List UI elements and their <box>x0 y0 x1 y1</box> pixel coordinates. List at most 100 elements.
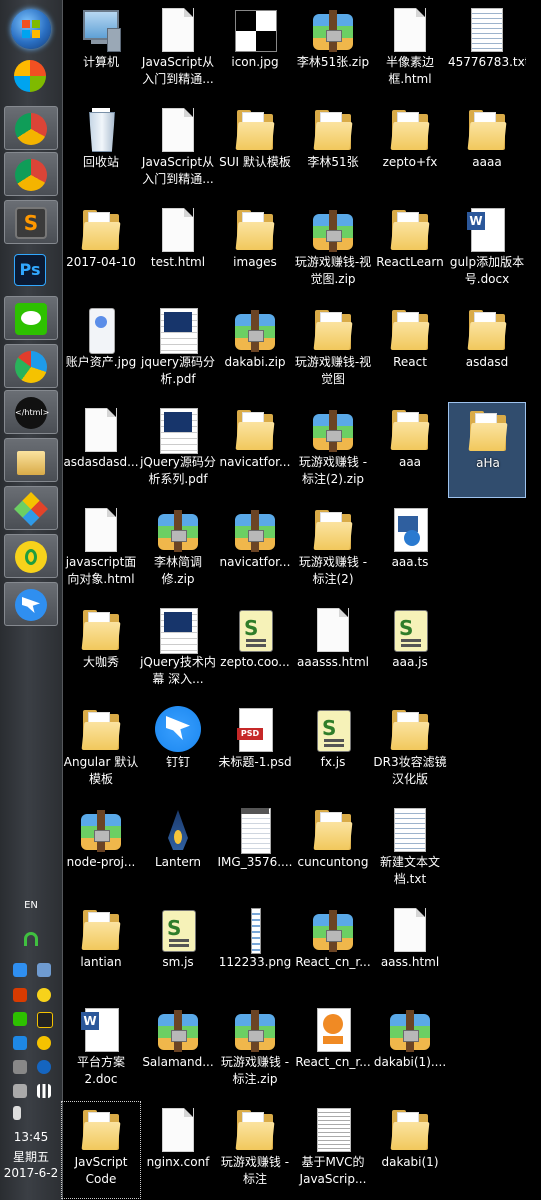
desktop-item[interactable]: React_cn_r... <box>294 1002 372 1098</box>
desktop-item[interactable]: aaasss.html <box>294 602 372 698</box>
desktop-item[interactable]: SUI 默认模板 <box>216 102 294 198</box>
desktop-item[interactable]: node-proj... <box>62 802 140 898</box>
language-indicator[interactable]: EN <box>0 900 62 911</box>
desktop-item[interactable]: images <box>216 202 294 298</box>
desktop-item[interactable]: 玩游戏赚钱 - 标注.zip <box>216 1002 294 1098</box>
wifi-icon[interactable] <box>0 930 62 950</box>
desktop-item-label: icon.jpg <box>231 55 279 69</box>
taskbar-file-explorer[interactable] <box>4 438 58 482</box>
desktop-item[interactable]: PSD 未标题-1.psd <box>216 702 294 798</box>
clock-weekday[interactable]: 星期五 <box>0 1148 62 1165</box>
desktop-item[interactable]: aaa <box>371 402 449 498</box>
desktop-item[interactable]: 玩游戏赚钱 - 标注 <box>216 1102 294 1198</box>
word-doc-icon: W <box>81 1008 121 1054</box>
desktop-item[interactable]: navicatfor... <box>216 402 294 498</box>
volume-icon[interactable] <box>13 1106 21 1120</box>
google-plus-tray-icon[interactable] <box>13 988 27 1002</box>
desktop-item[interactable]: W 平台方案2.doc <box>62 1002 140 1098</box>
music-tray-icon[interactable] <box>37 988 51 1002</box>
taskbar-chrome-2[interactable] <box>4 152 58 196</box>
start-orb-icon[interactable] <box>11 9 51 49</box>
send-tray-icon[interactable] <box>37 963 51 977</box>
desktop-item[interactable]: Lantern <box>139 802 217 898</box>
desktop-item[interactable]: dakabi.zip <box>216 302 294 398</box>
desktop-item[interactable]: 钉钉 <box>139 702 217 798</box>
desktop-item[interactable]: 李林51张 <box>294 102 372 198</box>
desktop-item[interactable]: 大咖秀 <box>62 602 140 698</box>
desktop-item[interactable]: aaa.ts <box>371 502 449 598</box>
desktop-item[interactable]: 半像素边框.html <box>371 2 449 98</box>
flag-tray-icon[interactable] <box>13 1084 27 1098</box>
desktop-item[interactable]: jQuery源码分析系列.pdf <box>139 402 217 498</box>
desktop-item[interactable]: 李林简调修.zip <box>139 502 217 598</box>
desktop-item[interactable]: 李林51张.zip <box>294 2 372 98</box>
taskbar-qq-browser[interactable] <box>4 344 58 388</box>
desktop-item[interactable]: 新建文本文档.txt <box>371 802 449 898</box>
taskbar-colorful-app[interactable] <box>4 54 58 98</box>
wechat-tray-icon[interactable] <box>13 1012 27 1026</box>
desktop-item[interactable]: 账户资产.jpg <box>62 302 140 398</box>
desktop-item[interactable]: Szepto.coo... <box>216 602 294 698</box>
desktop-item[interactable]: dakabi(1).... <box>371 1002 449 1098</box>
taskbar-git-tool[interactable] <box>4 486 58 530</box>
desktop-item[interactable]: aass.html <box>371 902 449 998</box>
desktop-item[interactable]: JavScript Code <box>61 1101 141 1199</box>
desktop-item[interactable]: icon.jpg <box>216 2 294 98</box>
plus-tray-icon[interactable] <box>37 1036 51 1050</box>
desktop-item[interactable]: lantian <box>62 902 140 998</box>
desktop-item[interactable]: 回收站 <box>62 102 140 198</box>
taskbar-qq-music[interactable] <box>4 534 58 578</box>
taskbar-chrome-1[interactable] <box>4 106 58 150</box>
desktop-item[interactable]: jquery源码分析.pdf <box>139 302 217 398</box>
usb-tray-icon[interactable] <box>13 1060 27 1074</box>
desktop-item[interactable]: React_cn_r... <box>294 902 372 998</box>
desktop-item[interactable]: ReactLearn <box>371 202 449 298</box>
desktop-item[interactable]: javascript面向对象.html <box>62 502 140 598</box>
desktop-item[interactable]: 计算机 <box>62 2 140 98</box>
desktop-item[interactable]: DR3妆容滤镜汉化版 <box>371 702 449 798</box>
taskbar-html-editor[interactable]: </html> <box>4 390 58 434</box>
desktop-item[interactable]: test.html <box>139 202 217 298</box>
desktop-item[interactable]: dakabi(1) <box>371 1102 449 1198</box>
folder-icon <box>313 508 353 554</box>
clock-date[interactable]: 2017-6-2 <box>0 1166 62 1180</box>
desktop-item[interactable]: JavaScript从入门到精通... <box>139 2 217 98</box>
desktop-item[interactable]: navicatfor... <box>216 502 294 598</box>
desktop-item[interactable]: IMG_3576.... <box>216 802 294 898</box>
taskbar-wechat[interactable] <box>4 296 58 340</box>
desktop-item[interactable]: 玩游戏赚钱-视觉图 <box>294 302 372 398</box>
desktop-item[interactable]: nginx.conf <box>139 1102 217 1198</box>
qq-tray-icon[interactable] <box>37 1012 53 1028</box>
desktop-item[interactable]: cuncuntong <box>294 802 372 898</box>
desktop-item-label: lantian <box>80 955 122 969</box>
desktop-item[interactable]: asdasdasd... <box>62 402 140 498</box>
signal-tray-icon[interactable] <box>37 1084 51 1098</box>
desktop-item[interactable]: JavaScript从入门到精通... <box>139 102 217 198</box>
desktop-item[interactable]: Sfx.js <box>294 702 372 798</box>
desktop-item[interactable]: 基于MVC的JavaScrip... <box>294 1102 372 1198</box>
desktop-item[interactable]: Wgulp添加版本号.docx <box>448 202 526 298</box>
desktop-item[interactable]: Saaa.js <box>371 602 449 698</box>
desktop-item[interactable]: zepto+fx <box>371 102 449 198</box>
bluetooth-tray-icon[interactable] <box>37 1060 51 1074</box>
desktop-item[interactable]: 玩游戏赚钱-视觉图.zip <box>294 202 372 298</box>
desktop-item[interactable]: 玩游戏赚钱 - 标注(2).zip <box>294 402 372 498</box>
taskbar-sublime[interactable]: S <box>4 200 58 244</box>
cloud-tray-icon[interactable] <box>13 1036 27 1050</box>
desktop-item[interactable]: asdasd <box>448 302 526 398</box>
desktop-item[interactable]: Ssm.js <box>139 902 217 998</box>
dingtalk-tray-icon[interactable] <box>13 963 27 977</box>
desktop-item[interactable]: Angular 默认模板 <box>62 702 140 798</box>
desktop-item[interactable]: aHa <box>448 402 526 498</box>
desktop-item[interactable]: aaaa <box>448 102 526 198</box>
desktop-item[interactable]: 112233.png <box>216 902 294 998</box>
desktop-item[interactable]: React <box>371 302 449 398</box>
desktop-item[interactable]: 玩游戏赚钱 - 标注(2) <box>294 502 372 598</box>
taskbar-dingtalk[interactable] <box>4 582 58 626</box>
desktop-item[interactable]: Salamand... <box>139 1002 217 1098</box>
desktop-item[interactable]: jQuery技术内幕 深入... <box>139 602 217 698</box>
desktop-item[interactable]: 2017-04-10 <box>62 202 140 298</box>
taskbar-photoshop[interactable]: Ps <box>4 248 58 292</box>
clock-time[interactable]: 13:45 <box>0 1130 62 1144</box>
desktop-item[interactable]: 45776783.txt <box>448 2 526 98</box>
